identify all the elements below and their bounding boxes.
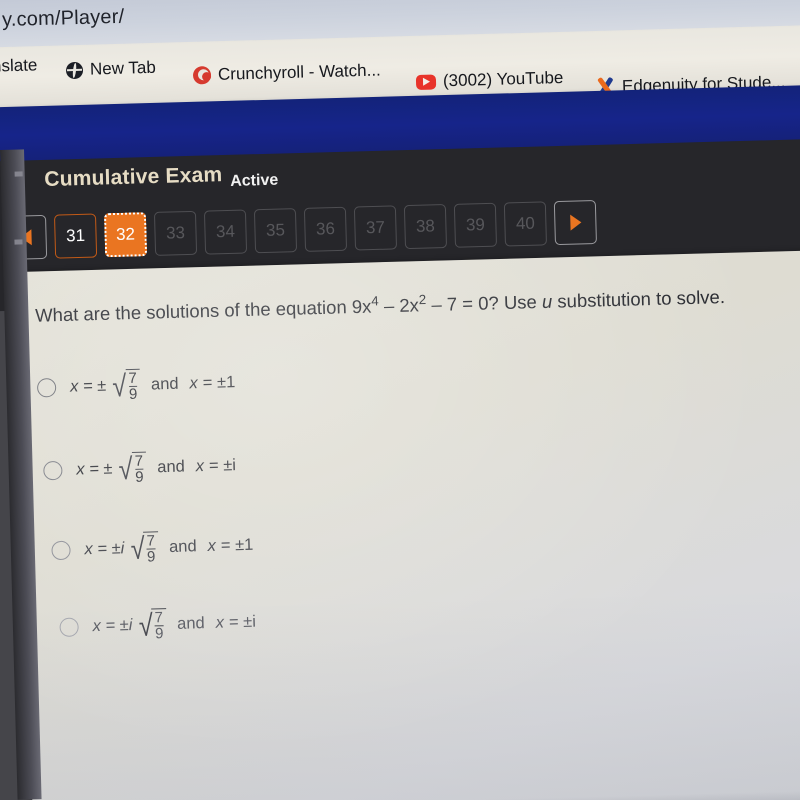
bookmark-youtube[interactable]: (3002) YouTube bbox=[415, 68, 564, 92]
choice-a-radical: √ 7 9 bbox=[111, 368, 141, 404]
pager-question-40[interactable]: 40 bbox=[503, 201, 547, 247]
choice-d-denominator: 9 bbox=[154, 625, 164, 643]
pager-next-button[interactable] bbox=[553, 199, 597, 246]
question-text-part4: substitution to solve. bbox=[551, 286, 726, 312]
pager-question-36[interactable]: 36 bbox=[303, 206, 348, 252]
choice-c-numerator: 7 bbox=[146, 532, 156, 550]
bezel-glint bbox=[14, 239, 23, 245]
answer-choice-b-expression: x = ± √ 7 9 and x = ±i bbox=[76, 449, 237, 487]
globe-icon bbox=[65, 61, 84, 79]
choice-b-conjunction: and bbox=[157, 457, 186, 477]
address-bar-url[interactable]: y.com/Player/ bbox=[2, 6, 125, 32]
bookmark-translate[interactable]: nslate bbox=[0, 55, 38, 76]
pager-question-38[interactable]: 38 bbox=[403, 204, 448, 250]
choice-d-tail-var: x bbox=[215, 613, 225, 633]
question-card: What are the solutions of the equation 9… bbox=[18, 249, 800, 800]
pager-question-35[interactable]: 35 bbox=[253, 208, 298, 254]
answer-choice-a[interactable]: x = ± √ 7 9 and x = ±1 bbox=[36, 366, 236, 405]
radio-button-a[interactable] bbox=[36, 378, 57, 398]
pager-question-31[interactable]: 31 bbox=[53, 213, 98, 259]
choice-c-tail: = ±1 bbox=[220, 536, 254, 555]
bezel-glint bbox=[14, 171, 23, 177]
answer-choice-c-expression: x = ±i √ 7 9 and x = ±1 bbox=[84, 529, 254, 567]
radio-button-b[interactable] bbox=[43, 461, 63, 481]
answer-choice-a-expression: x = ± √ 7 9 and x = ±1 bbox=[70, 366, 236, 404]
pager-question-37[interactable]: 37 bbox=[353, 205, 398, 251]
bookmark-youtube-label: (3002) YouTube bbox=[442, 68, 564, 91]
choice-d-radical: √ 7 9 bbox=[137, 608, 167, 643]
choice-b-fraction: 7 9 bbox=[131, 451, 147, 487]
bookmark-new-tab-label: New Tab bbox=[89, 57, 157, 79]
choice-d-conjunction: and bbox=[176, 614, 205, 634]
choice-b-denominator: 9 bbox=[134, 468, 144, 487]
choice-d-fraction: 7 9 bbox=[151, 608, 167, 643]
choice-c-fraction: 7 9 bbox=[143, 531, 159, 566]
choice-a-denominator: 9 bbox=[128, 386, 138, 404]
card-bottom-shade bbox=[32, 790, 800, 800]
choice-a-tail: = ±1 bbox=[202, 373, 236, 393]
pager-question-39[interactable]: 39 bbox=[453, 202, 498, 248]
question-text: What are the solutions of the equation 9… bbox=[35, 280, 800, 328]
radio-button-d[interactable] bbox=[59, 617, 79, 638]
pager-question-33[interactable]: 33 bbox=[153, 210, 198, 256]
screen-photo: y.com/Player/ nslate New Tab Crunchyroll… bbox=[0, 0, 800, 800]
radio-button-c[interactable] bbox=[51, 540, 71, 561]
youtube-icon bbox=[415, 73, 437, 90]
question-text-part3: – 7 = 0? Use bbox=[425, 290, 543, 316]
choice-b-tail: = ±i bbox=[208, 456, 237, 476]
choice-a-fraction: 7 9 bbox=[125, 368, 141, 404]
answer-choice-d-expression: x = ±i √ 7 9 and x = ±i bbox=[92, 606, 256, 644]
choice-c-denominator: 9 bbox=[146, 548, 156, 566]
choice-a-tail-var: x bbox=[189, 374, 199, 393]
choice-b-numerator: 7 bbox=[134, 452, 144, 470]
choice-b-lead: x = ± bbox=[76, 459, 113, 479]
question-text-part1: What are the solutions of the equation 9… bbox=[34, 295, 372, 326]
status-badge: Active bbox=[230, 171, 279, 190]
choice-c-tail-var: x bbox=[207, 537, 217, 556]
bookmark-new-tab[interactable]: New Tab bbox=[65, 57, 157, 80]
pager-question-34[interactable]: 34 bbox=[203, 209, 248, 255]
choice-c-lead: x = ±i bbox=[84, 539, 125, 559]
answer-choice-d[interactable]: x = ±i √ 7 9 and x = ±i bbox=[59, 606, 256, 645]
answer-choice-b[interactable]: x = ± √ 7 9 and x = ±i bbox=[43, 449, 237, 488]
choice-b-radical: √ 7 9 bbox=[117, 451, 147, 487]
crunchyroll-icon bbox=[192, 66, 212, 85]
choice-b-tail-var: x bbox=[195, 457, 205, 476]
choice-a-lead: x = ± bbox=[69, 376, 107, 396]
answer-choice-c[interactable]: x = ±i √ 7 9 and x = ±1 bbox=[51, 529, 254, 568]
choice-d-tail: = ±i bbox=[228, 612, 257, 632]
choice-d-numerator: 7 bbox=[154, 609, 164, 627]
pager-question-32[interactable]: 32 bbox=[103, 212, 148, 258]
bookmark-translate-label: nslate bbox=[0, 55, 38, 76]
choice-c-radical: √ 7 9 bbox=[129, 531, 159, 566]
chevron-right-icon bbox=[569, 214, 582, 231]
choice-d-lead: x = ±i bbox=[92, 616, 133, 636]
choice-c-conjunction: and bbox=[168, 537, 197, 557]
question-text-part2: – 2x bbox=[378, 294, 420, 317]
choice-a-conjunction: and bbox=[150, 374, 179, 394]
choice-a-numerator: 7 bbox=[128, 369, 138, 388]
page-title: Cumulative Exam bbox=[44, 163, 223, 191]
